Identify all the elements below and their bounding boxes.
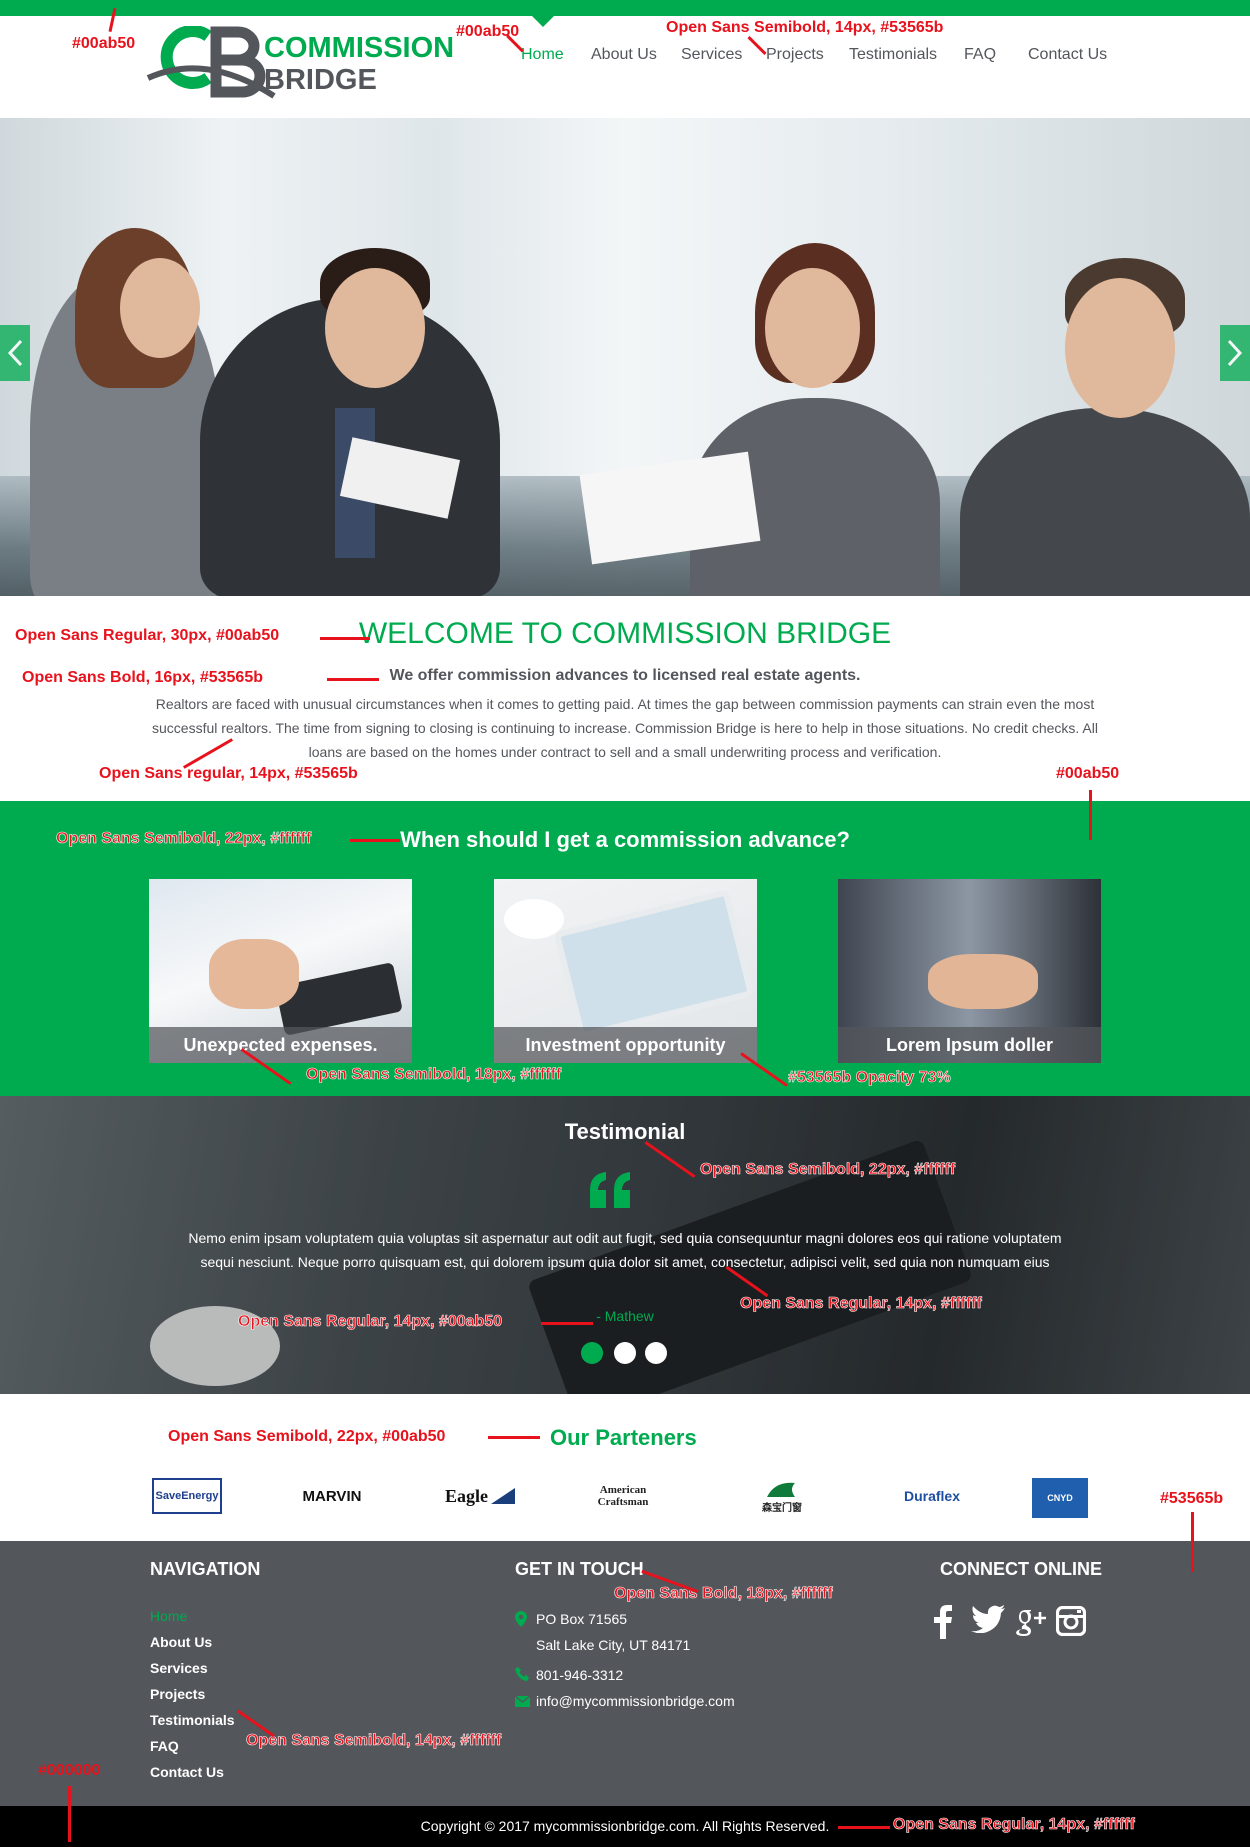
partner-logos: SaveEnergy MARVIN Eagle American Craftsm… bbox=[0, 1470, 1250, 1520]
hero-person-man-right bbox=[960, 408, 1250, 596]
google-plus-icon[interactable] bbox=[1015, 1606, 1047, 1641]
annotation-footer-color: #53565b bbox=[1160, 1490, 1224, 1507]
card-lorem-ipsum[interactable]: Lorem Ipsum doller bbox=[838, 879, 1101, 1063]
annotation-copyright-font: Open Sans Regular, 14px, #ffffff bbox=[893, 1816, 1135, 1834]
logo-text-bridge: BRIDGE bbox=[264, 64, 377, 96]
footer-link-faq[interactable]: FAQ bbox=[150, 1733, 235, 1759]
annotation-nav-font: Open Sans Semibold, 14px, #53565b bbox=[666, 19, 944, 36]
address-line-2: Salt Lake City, UT 84171 bbox=[536, 1637, 691, 1653]
nav-faq[interactable]: FAQ bbox=[964, 46, 996, 64]
testimonial-quote: Nemo enim ipsam voluptatem quia voluptas… bbox=[188, 1230, 1062, 1270]
nav-services[interactable]: Services bbox=[681, 46, 742, 64]
footer: NAVIGATION Home About Us Services Projec… bbox=[0, 1541, 1250, 1806]
footer-nav-title: NAVIGATION bbox=[150, 1559, 261, 1579]
nav-testimonials[interactable]: Testimonials bbox=[849, 46, 937, 64]
annotation-testimonial-title-font: Open Sans Semibold, 22px, #ffffff bbox=[700, 1161, 956, 1179]
partner-logo-american-craftsman[interactable]: American Craftsman bbox=[575, 1478, 671, 1514]
annotation-card-overlay: #53565b Opacity 73% bbox=[788, 1069, 951, 1087]
top-accent-bar bbox=[0, 0, 1250, 27]
annotation-testimonial-text-font: Open Sans Regular, 14px, #ffffff bbox=[740, 1295, 982, 1313]
footer-nav-list: Home About Us Services Projects Testimon… bbox=[150, 1603, 235, 1785]
footer-link-projects[interactable]: Projects bbox=[150, 1681, 235, 1707]
annotation-title-font: Open Sans Regular, 30px, #00ab50 bbox=[15, 627, 280, 644]
address-row: PO Box 71565 bbox=[515, 1609, 735, 1635]
annotation-band-title-font: Open Sans Semibold, 22px, #ffffff bbox=[56, 830, 312, 848]
annotation-card-caption-font: Open Sans Semibold, 18px, #ffffff bbox=[306, 1066, 562, 1084]
partners-title: Our Parteners bbox=[550, 1425, 697, 1450]
phone-row[interactable]: 801-946-3312 bbox=[515, 1665, 735, 1691]
nav-projects[interactable]: Projects bbox=[766, 46, 824, 64]
annotation-footer-link-font: Open Sans Semibold, 14px, #ffffff bbox=[246, 1732, 502, 1750]
nav-home[interactable]: Home bbox=[521, 46, 564, 64]
slider-dot-2[interactable] bbox=[614, 1342, 636, 1364]
annotation-color: #00ab50 bbox=[72, 35, 136, 52]
slider-dot-1[interactable] bbox=[581, 1342, 603, 1364]
testimonial-title: Testimonial bbox=[564, 1119, 686, 1144]
annotation-author-font: Open Sans Regular, 14px, #00ab50 bbox=[238, 1313, 503, 1331]
hero-slider bbox=[0, 118, 1250, 596]
email-icon bbox=[515, 1696, 530, 1707]
logo[interactable]: COMMISSION BRIDGE bbox=[146, 26, 454, 106]
email-address: info@mycommissionbridge.com bbox=[536, 1693, 735, 1709]
address-line-1: PO Box 71565 bbox=[536, 1611, 628, 1627]
card-caption: Lorem Ipsum doller bbox=[838, 1027, 1101, 1063]
annotation-subtitle-font: Open Sans Bold, 16px, #53565b bbox=[22, 669, 263, 686]
slider-next-button[interactable] bbox=[1220, 325, 1250, 381]
chevron-right-icon bbox=[1227, 339, 1243, 367]
chevron-left-icon bbox=[7, 339, 23, 367]
card-caption: Investment opportunity bbox=[494, 1027, 757, 1063]
quote-icon bbox=[590, 1172, 630, 1208]
facebook-icon[interactable] bbox=[934, 1605, 952, 1644]
logo-text-commission: COMMISSION bbox=[264, 32, 455, 64]
annotation-band-color: #00ab50 bbox=[1056, 765, 1120, 782]
annotation-partners-font: Open Sans Semibold, 22px, #00ab50 bbox=[168, 1428, 446, 1445]
welcome-body: Realtors are faced with unusual circumst… bbox=[152, 696, 1098, 760]
active-nav-notch bbox=[532, 16, 554, 27]
partner-logo-marvin[interactable]: MARVIN bbox=[288, 1478, 376, 1514]
phone-icon bbox=[515, 1667, 529, 1681]
card-investment-opportunity[interactable]: Investment opportunity bbox=[494, 879, 757, 1063]
testimonial-section: Testimonial Nemo enim ipsam voluptatem q… bbox=[0, 1096, 1250, 1394]
partner-logo-duraflex[interactable]: Duraflex bbox=[898, 1478, 966, 1514]
footer-contact: PO Box 71565 Salt Lake City, UT 84171 80… bbox=[515, 1609, 735, 1717]
partner-logo-saveenergy[interactable]: SaveEnergy bbox=[152, 1478, 222, 1514]
annotation-copybar-color: #000000 bbox=[38, 1762, 101, 1779]
footer-link-about-us[interactable]: About Us bbox=[150, 1629, 235, 1655]
slider-dot-3[interactable] bbox=[645, 1342, 667, 1364]
footer-link-contact-us[interactable]: Contact Us bbox=[150, 1759, 235, 1785]
partner-logo-senbao[interactable]: 森宝门窗 bbox=[752, 1478, 812, 1514]
slider-prev-button[interactable] bbox=[0, 325, 30, 381]
phone-number: 801-946-3312 bbox=[536, 1667, 624, 1683]
card-unexpected-expenses[interactable]: Unexpected expenses. bbox=[149, 879, 412, 1063]
nav-contact-us[interactable]: Contact Us bbox=[1028, 46, 1107, 64]
logo-cb-mark-icon bbox=[146, 26, 276, 99]
footer-link-home[interactable]: Home bbox=[150, 1603, 235, 1629]
email-row[interactable]: info@mycommissionbridge.com bbox=[515, 1691, 735, 1717]
partner-logo-eagle[interactable]: Eagle bbox=[438, 1478, 522, 1514]
footer-link-services[interactable]: Services bbox=[150, 1655, 235, 1681]
partner-logo-cnyd[interactable]: CNYD bbox=[1032, 1478, 1088, 1518]
footer-contact-title: GET IN TOUCH bbox=[515, 1559, 644, 1579]
annotation-footer-heading-font: Open Sans Bold, 18px, #ffffff bbox=[614, 1585, 833, 1603]
card-caption: Unexpected expenses. bbox=[149, 1027, 412, 1063]
footer-link-testimonials[interactable]: Testimonials bbox=[150, 1707, 235, 1733]
testimonial-author: - Mathew bbox=[596, 1308, 654, 1324]
nav-about-us[interactable]: About Us bbox=[591, 46, 657, 64]
annotation-body-font: Open Sans regular, 14px, #53565b bbox=[99, 765, 358, 782]
map-pin-icon bbox=[515, 1611, 527, 1627]
instagram-icon[interactable] bbox=[1055, 1605, 1087, 1641]
twitter-icon[interactable] bbox=[971, 1605, 1005, 1638]
footer-social-title: CONNECT ONLINE bbox=[940, 1559, 1102, 1579]
